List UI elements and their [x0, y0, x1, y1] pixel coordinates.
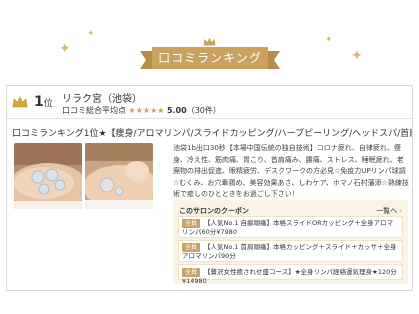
star-rating-icon: ★★★★★ — [128, 106, 165, 115]
salon-card-header: 1位 リラク宮（池袋） 口コミ総合平均点 ★★★★★ 5.00（30件） — [7, 86, 412, 119]
gold-crown-icon — [12, 96, 28, 108]
coupon-item[interactable]: 全員 【人気No.1 自癖頑痛】本格スライドORカッピング＋全身アロマリンパ60分… — [178, 216, 403, 238]
coupon-list-link[interactable]: 一覧へ › — [376, 206, 402, 216]
review-count: （30件） — [186, 106, 221, 115]
coupon-text[interactable]: 【人気No.1 首肩頑痛】本格カッピング＋スライド＋カッサ＋全身アロマリンパ90… — [182, 243, 397, 260]
coupon-item[interactable]: 全員 【贅沢女性癒されせ盛コース】★全身リンパ経絡運気理身★120分 ¥14980 — [178, 264, 403, 285]
rating-score: 5.00 — [166, 106, 187, 115]
sparkle-icon: ✦ — [87, 29, 95, 39]
rank-number: 1位 — [34, 94, 53, 110]
coupon-tag: 全員 — [182, 219, 201, 228]
salon-headline[interactable]: 口コミランキング1位★【痩身/アロマリンパ/スライドカッピング/ハーブピーリング… — [12, 126, 412, 139]
rating-label: 口コミ総合平均点 — [62, 106, 126, 115]
coupon-section-title: このサロンのクーポン — [179, 207, 249, 215]
coupon-list-label[interactable]: 一覧へ — [376, 207, 397, 215]
coupon-text[interactable]: 【人気No.1 自癖頑痛】本格スライドORカッピング＋全身アロマリンパ60分¥7… — [182, 219, 393, 236]
coupon-text[interactable]: 【贅沢女性癒されせ盛コース】★全身リンパ経絡運気理身★120分 ¥14980 — [182, 268, 397, 285]
salon-ranking-card[interactable]: 1位 リラク宮（池袋） 口コミ総合平均点 ★★★★★ 5.00（30件） 口コミ… — [6, 85, 413, 291]
coupon-item[interactable]: 全員 【人気No.1 首肩頑痛】本格カッピング＋スライド＋カッサ＋全身アロマリンパ… — [178, 240, 403, 262]
salon-description: 池袋1b出口30秒【本場中国伝統の独自技術】コロナ疲れ、自律疲れ、痩身、冷え性、… — [173, 144, 409, 198]
sparkle-icon: ✦ — [325, 35, 333, 45]
salon-name-link[interactable]: リラク宮（池袋） — [62, 90, 142, 105]
rank-suffix: 位 — [43, 99, 53, 109]
salon-photo-massage — [85, 143, 153, 209]
crown-icon — [203, 37, 216, 46]
rating-row: 口コミ総合平均点 ★★★★★ 5.00（30件） — [62, 105, 221, 116]
salon-photo-cupping — [14, 143, 82, 209]
ranking-banner-area: ✦ ✦ ✦ ✦ 口コミランキング — [0, 0, 419, 78]
ranking-banner-title: 口コミランキング — [140, 47, 280, 69]
rank-value: 1 — [34, 94, 44, 110]
sparkle-icon: ✦ — [59, 41, 71, 57]
coupon-tag: 全員 — [182, 243, 201, 252]
sparkle-icon: ✦ — [351, 48, 363, 64]
coupon-tag: 全員 — [182, 268, 201, 277]
chevron-right-icon: › — [399, 207, 402, 215]
coupon-section: このサロンのクーポン 一覧へ › 全員 【人気No.1 自癖頑痛】本格スライドORカ… — [173, 200, 408, 285]
